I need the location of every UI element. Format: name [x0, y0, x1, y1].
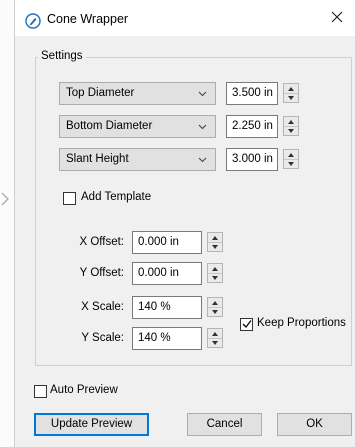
- cone-wrapper-dialog: Cone Wrapper Settings Top Diameter 3.500…: [14, 0, 355, 447]
- field-value: 0.000 in: [138, 236, 179, 248]
- window-title: Cone Wrapper: [47, 12, 129, 26]
- x-offset-field[interactable]: 0.000 in: [132, 231, 202, 254]
- chevron-down-icon: [198, 157, 207, 163]
- spin-down-icon[interactable]: [284, 126, 298, 135]
- dropdown-value: Slant Height: [66, 153, 129, 165]
- chevron-right-icon: [0, 192, 12, 206]
- x-scale-field[interactable]: 140 %: [132, 296, 202, 319]
- y-offset-label: Y Offset:: [79, 267, 124, 279]
- bottom-diameter-dropdown[interactable]: Bottom Diameter: [59, 115, 216, 138]
- auto-preview-checkbox[interactable]: [34, 385, 47, 398]
- keep-proportions-label: Keep Proportions: [257, 317, 346, 329]
- y-scale-field[interactable]: 140 %: [132, 327, 202, 350]
- y-offset-field[interactable]: 0.000 in: [132, 262, 202, 285]
- chevron-down-icon: [198, 124, 207, 130]
- keep-proportions-checkbox[interactable]: [240, 318, 253, 331]
- x-scale-label: X Scale:: [81, 301, 124, 313]
- checkmark-icon: [242, 320, 252, 329]
- add-template-checkbox[interactable]: [63, 192, 76, 205]
- field-value: 140 %: [138, 332, 171, 344]
- update-preview-button[interactable]: Update Preview: [34, 413, 149, 436]
- spin-down-icon[interactable]: [208, 307, 222, 316]
- dropdown-value: Bottom Diameter: [66, 120, 153, 132]
- chevron-down-icon: [198, 91, 207, 97]
- ok-button[interactable]: OK: [277, 413, 352, 436]
- slant-height-field[interactable]: 3.000 in: [226, 148, 278, 171]
- x-offset-label: X Offset:: [79, 236, 124, 248]
- auto-preview-label: Auto Preview: [50, 384, 118, 396]
- title-bar: Cone Wrapper: [15, 0, 355, 36]
- pen-nib-icon: [25, 13, 41, 29]
- top-diameter-dropdown[interactable]: Top Diameter: [59, 82, 216, 105]
- spin-down-icon[interactable]: [208, 273, 222, 282]
- y-scale-spinner[interactable]: [207, 328, 223, 348]
- field-value: 3.000 in: [232, 153, 273, 165]
- top-diameter-spinner[interactable]: [283, 83, 299, 103]
- field-value: 140 %: [138, 301, 171, 313]
- slant-height-dropdown[interactable]: Slant Height: [59, 148, 216, 171]
- field-value: 2.250 in: [232, 120, 273, 132]
- dropdown-value: Top Diameter: [66, 87, 135, 99]
- x-scale-spinner[interactable]: [207, 297, 223, 317]
- spin-down-icon[interactable]: [284, 93, 298, 102]
- add-template-label: Add Template: [81, 191, 152, 203]
- field-value: 0.000 in: [138, 267, 179, 279]
- spin-down-icon[interactable]: [208, 338, 222, 347]
- bottom-diameter-field[interactable]: 2.250 in: [226, 115, 278, 138]
- y-offset-spinner[interactable]: [207, 263, 223, 283]
- y-scale-label: Y Scale:: [81, 332, 124, 344]
- x-offset-spinner[interactable]: [207, 232, 223, 252]
- top-diameter-field[interactable]: 3.500 in: [226, 82, 278, 105]
- settings-group-label: Settings: [38, 50, 86, 62]
- close-button[interactable]: [328, 9, 346, 27]
- field-value: 3.500 in: [232, 87, 273, 99]
- bottom-diameter-spinner[interactable]: [283, 116, 299, 136]
- slant-height-spinner[interactable]: [283, 149, 299, 169]
- spin-down-icon[interactable]: [284, 159, 298, 168]
- close-icon: [331, 11, 343, 23]
- cancel-button[interactable]: Cancel: [187, 413, 262, 436]
- spin-down-icon[interactable]: [208, 242, 222, 251]
